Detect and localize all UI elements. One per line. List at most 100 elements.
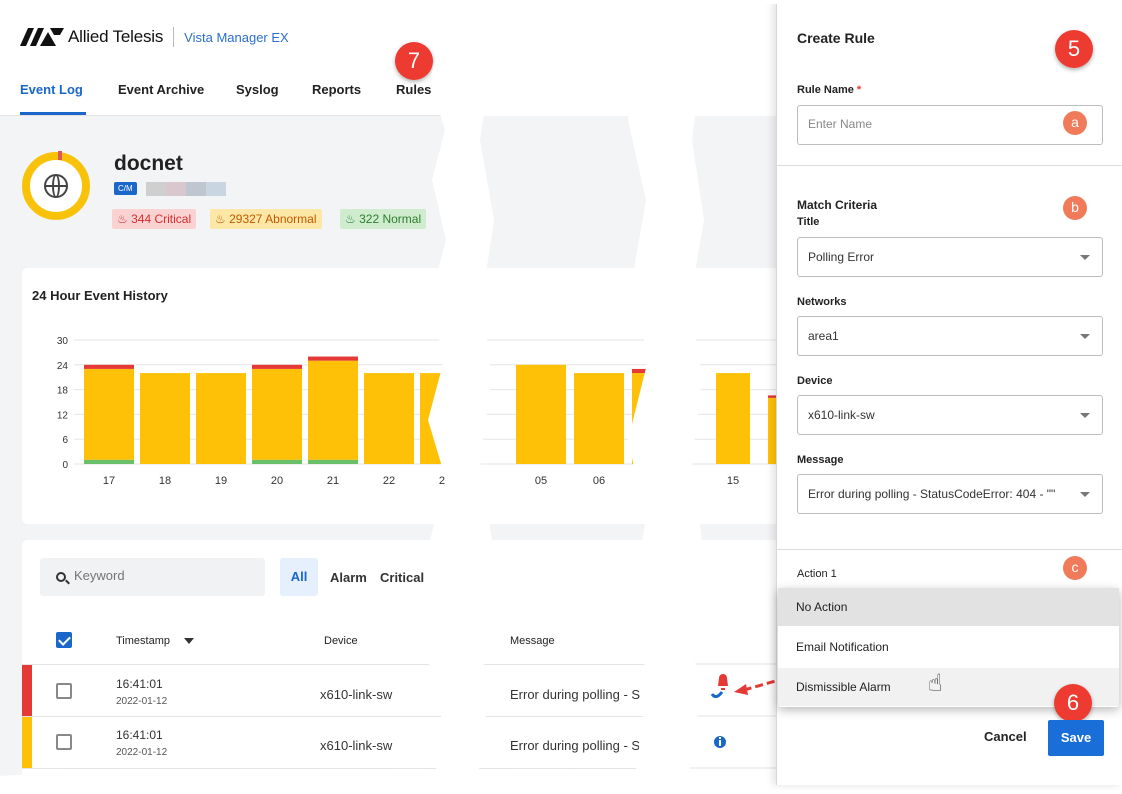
bar-normal-21 (308, 459, 358, 464)
bar-abnormal-22 (364, 373, 414, 464)
y-tick-label: 30 (57, 336, 69, 347)
marker-b: b (1063, 196, 1087, 220)
bar-critical-partial (632, 368, 648, 374)
row-device[interactable]: x610-link-sw (320, 738, 392, 753)
required-mark: * (856, 84, 862, 96)
event-history-card: 24 Hour Event History 0 6 12 18 24 30 17 18 19 20… (22, 268, 451, 524)
row-device[interactable]: x610-link-sw (320, 687, 392, 702)
bar-abnormal-17 (84, 368, 134, 460)
section-divider (777, 165, 1122, 166)
networks-select[interactable]: area1 (797, 316, 1103, 356)
sort-desc-icon[interactable] (184, 638, 194, 644)
row-message[interactable]: Error during polling - S (510, 738, 640, 753)
table-fragment (688, 540, 788, 785)
option-no-action[interactable]: No Action (778, 588, 1119, 626)
row-time: 16:41:01 (116, 728, 163, 742)
bar-abnormal-15 (716, 373, 750, 464)
event-history-chart-fragment: 15 (688, 339, 788, 487)
pointer-hand-icon: ☝ (928, 670, 943, 697)
header-fragment (478, 0, 648, 116)
x-tick-label: 22 (383, 475, 395, 487)
title-value: Polling Error (808, 250, 875, 264)
row-divider (478, 716, 648, 717)
save-button[interactable]: Save (1048, 720, 1104, 756)
bar-abnormal-20 (252, 368, 302, 460)
bar-abnormal-23 (420, 373, 446, 464)
marker-a: a (1063, 111, 1087, 135)
x-tick-label: 23 (439, 475, 451, 487)
bar-critical-21 (308, 356, 358, 361)
main-tabs: Event Log Event Archive Syslog Reports R… (0, 70, 446, 116)
device-value: x610-link-sw (808, 408, 875, 422)
event-log-panel: Allied Telesis Vista Manager EX Event Lo… (0, 0, 451, 780)
tab-event-archive[interactable]: Event Archive (118, 82, 204, 97)
top-edge (0, 0, 1122, 4)
callout-6: 6 (1054, 684, 1092, 722)
callout-5: 5 (1055, 30, 1093, 68)
chevron-down-icon (1080, 492, 1090, 497)
tab-syslog[interactable]: Syslog (236, 82, 279, 97)
rule-name-field[interactable] (797, 105, 1103, 145)
alarm-bell-icon: ♨ (345, 212, 356, 226)
bar-normal-20 (252, 459, 302, 464)
row-divider (478, 664, 648, 665)
row-checkbox[interactable] (56, 683, 72, 699)
title-select[interactable]: Polling Error (797, 237, 1103, 277)
timestamp-header[interactable]: Timestamp (116, 635, 170, 647)
message-select[interactable]: Error during polling - StatusCodeError: … (797, 474, 1103, 514)
bar-abnormal-19 (196, 373, 246, 464)
message-header[interactable]: Message (510, 635, 555, 647)
search-icon (56, 572, 66, 582)
abnormal-count-badge[interactable]: ♨ 29327 Abnormal (210, 209, 322, 229)
product-name: Vista Manager EX (184, 29, 289, 45)
device-select[interactable]: x610-link-sw (797, 395, 1103, 435)
option-email-notification[interactable]: Email Notification (778, 628, 1119, 666)
y-tick-label: 0 (62, 460, 68, 471)
table-fragment: Message Error during polling - S Error d… (478, 540, 648, 778)
x-tick-label: 20 (271, 475, 283, 487)
drawer-title: Create Rule (797, 30, 875, 46)
keyword-input[interactable] (74, 568, 254, 583)
y-tick-label: 18 (57, 386, 69, 397)
site-status-ring (22, 151, 90, 220)
event-log-middle-fragment: 05 06 Message Error during polling - S Er… (478, 0, 648, 778)
row-checkbox[interactable] (56, 734, 72, 750)
rule-name-input[interactable] (808, 117, 1078, 131)
callout-7: 7 (395, 42, 433, 80)
critical-count-badge[interactable]: ♨ 344 Critical (112, 209, 197, 229)
keyword-search[interactable] (40, 558, 265, 596)
select-all-checkbox[interactable] (56, 632, 72, 648)
action-label: Action 1 (797, 568, 837, 580)
critical-segment (58, 151, 62, 160)
event-table-card: All Alarm Critical Timestamp Device 16:4… (22, 540, 446, 780)
tab-event-log[interactable]: Event Log (20, 82, 83, 97)
logo-divider (173, 27, 175, 47)
message-label: Message (797, 454, 844, 466)
filter-critical[interactable]: Critical (380, 570, 424, 585)
cancel-button[interactable]: Cancel (984, 729, 1027, 744)
row-time: 16:41:01 (116, 677, 163, 691)
event-history-chart: 0 6 12 18 24 30 17 18 19 20 21 22 23 (57, 336, 451, 487)
y-tick-label: 12 (57, 410, 69, 421)
chevron-down-icon (1080, 255, 1090, 260)
chart-fragment: 05 06 (478, 268, 648, 524)
device-header[interactable]: Device (324, 635, 358, 647)
title-label: Title (797, 216, 820, 228)
tab-rules[interactable]: Rules (396, 82, 431, 97)
tab-reports[interactable]: Reports (312, 82, 361, 97)
brand-name: Allied Telesis (68, 27, 164, 46)
active-tab-indicator (20, 112, 86, 115)
row-divider (22, 716, 446, 717)
row-message[interactable]: Error during polling - S (510, 687, 640, 702)
alarm-bell-icon: ♨ (215, 212, 226, 226)
row-severity-bar (22, 717, 32, 768)
redacted-address (146, 182, 226, 196)
filter-alarm[interactable]: Alarm (330, 570, 367, 585)
x-tick-label: 15 (727, 475, 739, 487)
filter-all[interactable]: All (280, 558, 318, 596)
chevron-down-icon (1080, 413, 1090, 418)
x-tick-label: 05 (535, 475, 547, 487)
site-name: docnet (114, 152, 183, 175)
normal-count-badge[interactable]: ♨ 322 Normal (340, 209, 427, 229)
row-date: 2022-01-12 (116, 696, 168, 707)
